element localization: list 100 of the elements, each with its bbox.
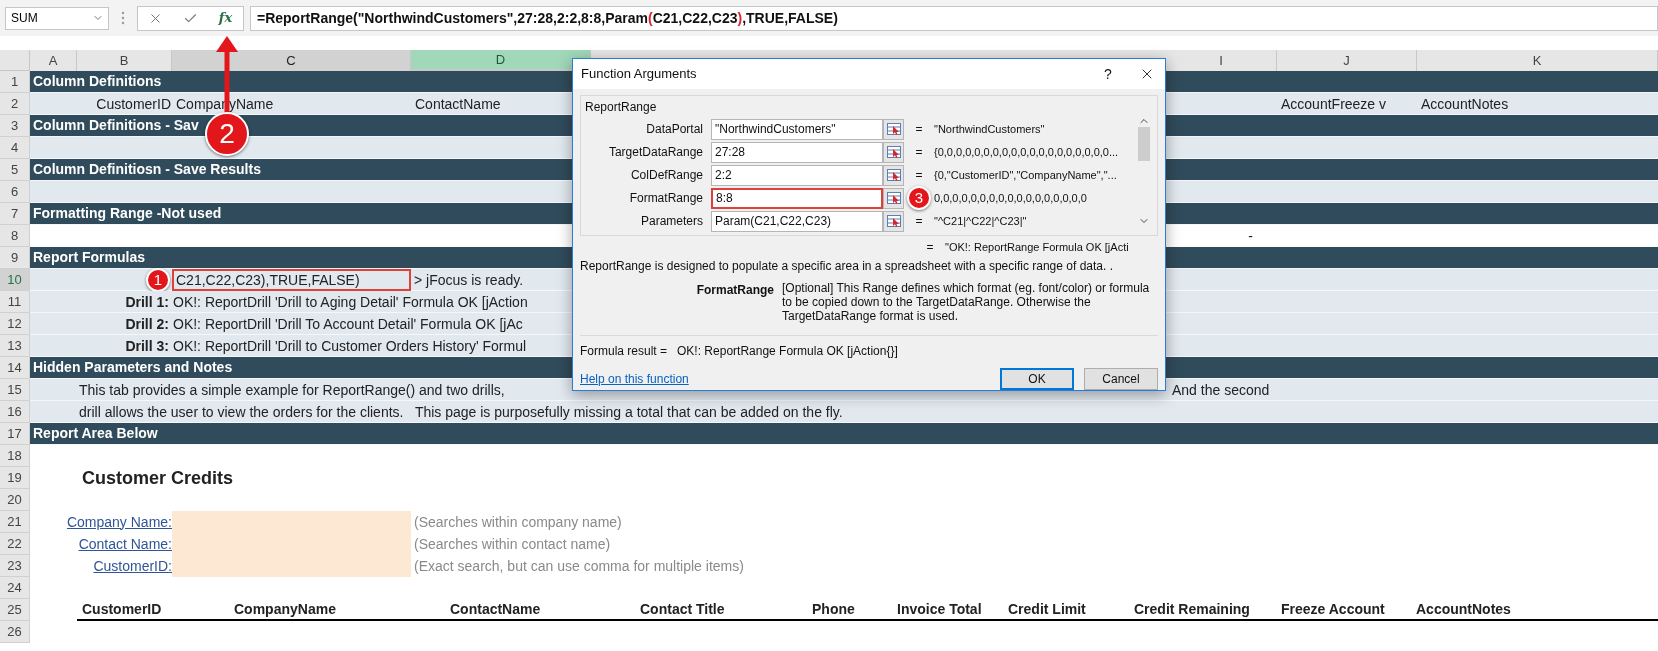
row-number[interactable]: 22 bbox=[0, 533, 30, 555]
equals-sign: = bbox=[915, 167, 923, 184]
filter-link[interactable]: CustomerID: bbox=[93, 555, 172, 577]
column-heading: Credit Remaining bbox=[1134, 599, 1251, 619]
range-select-button[interactable] bbox=[883, 210, 904, 232]
argument-value: 0,0,0,0,0,0,0,0,0,0,0,0,0,0,0,0,0 bbox=[934, 190, 1087, 206]
row-number[interactable]: 1 bbox=[0, 71, 30, 93]
range-picker-icon bbox=[886, 146, 901, 158]
row-number[interactable]: 24 bbox=[0, 577, 30, 599]
editing-cell[interactable]: C21,C22,C23),TRUE,FALSE) bbox=[172, 269, 411, 291]
drill-label: Drill 1: bbox=[124, 292, 170, 312]
argument-field[interactable]: "NorthwindCustomers" bbox=[711, 118, 883, 140]
range-picker-icon bbox=[886, 192, 901, 204]
range-picker-icon bbox=[886, 123, 901, 135]
argument-value: {0,"CustomerID","CompanyName","... bbox=[934, 167, 1117, 183]
argument-field[interactable]: 2:2 bbox=[711, 164, 883, 186]
row-number[interactable]: 16 bbox=[0, 401, 30, 423]
range-select-button[interactable] bbox=[883, 164, 904, 186]
group-label: ReportRange bbox=[585, 99, 658, 115]
name-box[interactable]: SUM bbox=[5, 6, 109, 30]
column-heading: ContactName bbox=[450, 599, 542, 619]
argument-label: DataPortal bbox=[645, 121, 704, 138]
range-select-button[interactable] bbox=[883, 141, 904, 163]
formula-field[interactable]: =ReportRange("NorthwindCustomers",27:28,2:2,8:8,Param(C21,C22,C23),TRUE,FALSE) bbox=[250, 5, 1658, 31]
row-number[interactable]: 25 bbox=[0, 599, 30, 621]
hint-text: (Exact search, but can use comma for multiple items) bbox=[413, 556, 745, 576]
column-header[interactable]: A bbox=[30, 50, 77, 71]
row-number[interactable]: 21 bbox=[0, 511, 30, 533]
insert-function-button[interactable]: fx bbox=[214, 8, 237, 28]
row-number[interactable]: 9 bbox=[0, 247, 30, 269]
row-number[interactable]: 10 bbox=[0, 269, 30, 291]
range-select-button[interactable] bbox=[883, 187, 904, 209]
range-picker-icon bbox=[886, 215, 901, 227]
table-cell-text: AccountNotes bbox=[1420, 94, 1510, 114]
dialog-button[interactable]: OK bbox=[1000, 368, 1074, 390]
row-number[interactable]: 15 bbox=[0, 379, 30, 401]
row-number[interactable]: 4 bbox=[0, 137, 30, 159]
equals-sign: = bbox=[915, 144, 923, 161]
row-number[interactable]: 7 bbox=[0, 203, 30, 225]
row-number[interactable]: 18 bbox=[0, 445, 30, 467]
row-number[interactable]: 11 bbox=[0, 291, 30, 313]
row-number[interactable]: 20 bbox=[0, 489, 30, 511]
hint-text: (Searches within company name) bbox=[413, 512, 623, 532]
argument-field[interactable]: 27:28 bbox=[711, 141, 883, 163]
drill-status: OK!: ReportDrill 'Drill to Aging Detail' Formula OK [jAction bbox=[173, 292, 528, 312]
argument-help: [Optional] This Range defines which format (eg. font/color) or formula to be copied down to the TargetDataRange. Otherwise the TargetDataRange format is used. bbox=[782, 281, 1151, 325]
note-text: And the second bbox=[1172, 380, 1270, 400]
table-cell-text: AccountFreeze v bbox=[1280, 94, 1388, 114]
section-banner: Report Area Below bbox=[30, 423, 1658, 445]
drill-label: Drill 3: bbox=[124, 336, 170, 356]
status-text: > jFocus is ready. bbox=[414, 270, 524, 290]
hint-text: (Searches within contact name) bbox=[413, 534, 612, 554]
equals-sign: = bbox=[915, 121, 923, 138]
row-number[interactable]: 23 bbox=[0, 555, 30, 577]
scroll-thumb[interactable] bbox=[1138, 127, 1150, 161]
result-value: OK!: ReportRange Formula OK [jAction{}] bbox=[677, 343, 898, 360]
column-heading: Invoice Total bbox=[897, 599, 983, 619]
drill-status: OK!: ReportDrill 'Drill to Customer Orders History' Formul bbox=[173, 336, 527, 356]
argument-value: "NorthwindCustomers" bbox=[934, 121, 1045, 137]
filter-link[interactable]: Contact Name: bbox=[78, 533, 172, 555]
table-cell-text: CustomerID bbox=[95, 94, 172, 114]
column-header[interactable]: J bbox=[1277, 50, 1417, 71]
row-number[interactable]: 12 bbox=[0, 313, 30, 335]
grip-icon bbox=[121, 11, 125, 25]
filter-link[interactable]: Company Name: bbox=[66, 511, 172, 533]
row-number[interactable]: 14 bbox=[0, 357, 30, 379]
range-select-button[interactable] bbox=[883, 118, 904, 140]
argument-name: FormatRange bbox=[695, 282, 775, 299]
range-picker-icon bbox=[886, 169, 901, 181]
input-cell[interactable] bbox=[172, 511, 411, 533]
argument-value: {0,0,0,0,0,0,0,0,0,0,0,0,0,0,0,0,0,0,0... bbox=[934, 144, 1119, 160]
row-number[interactable]: 6 bbox=[0, 181, 30, 203]
column-header[interactable]: C bbox=[172, 50, 411, 71]
column-heading: AccountNotes bbox=[1416, 599, 1512, 619]
column-heading: CompanyName bbox=[234, 599, 337, 619]
report-title: Customer Credits bbox=[81, 467, 235, 489]
row-number[interactable]: 26 bbox=[0, 621, 30, 643]
column-heading: Phone bbox=[812, 599, 856, 619]
row-number[interactable]: 13 bbox=[0, 335, 30, 357]
column-heading: Freeze Account bbox=[1281, 599, 1386, 619]
column-heading: CustomerID bbox=[82, 599, 163, 619]
row-number[interactable]: 2 bbox=[0, 93, 30, 115]
input-cell[interactable] bbox=[172, 555, 411, 577]
column-header[interactable]: B bbox=[77, 50, 172, 71]
row-number[interactable]: 8 bbox=[0, 225, 30, 247]
drill-label: Drill 2: bbox=[124, 314, 170, 334]
row-number[interactable]: 5 bbox=[0, 159, 30, 181]
note-text: This tab provides a simple example for ReportRange() and two drills, bbox=[79, 380, 505, 400]
argument-field[interactable]: 8:8 bbox=[711, 187, 883, 209]
result-label: Formula result = bbox=[580, 343, 668, 360]
argument-field[interactable]: Param(C21,C22,C23) bbox=[711, 210, 883, 232]
row-number[interactable]: 17 bbox=[0, 423, 30, 445]
argument-label: ColDefRange bbox=[629, 167, 704, 184]
drill-status: OK!: ReportDrill 'Drill To Account Detail' Formula OK [jAc bbox=[173, 314, 523, 334]
row-number[interactable]: 19 bbox=[0, 467, 30, 489]
row-number[interactable]: 3 bbox=[0, 115, 30, 137]
column-header[interactable]: K bbox=[1417, 50, 1658, 71]
column-header[interactable]: I bbox=[1166, 50, 1277, 71]
dialog-button[interactable]: Cancel bbox=[1084, 368, 1158, 390]
note-text: drill allows the user to view the orders for the clients. This page is purposefully missing a total that can be added on the fly. bbox=[79, 402, 843, 422]
